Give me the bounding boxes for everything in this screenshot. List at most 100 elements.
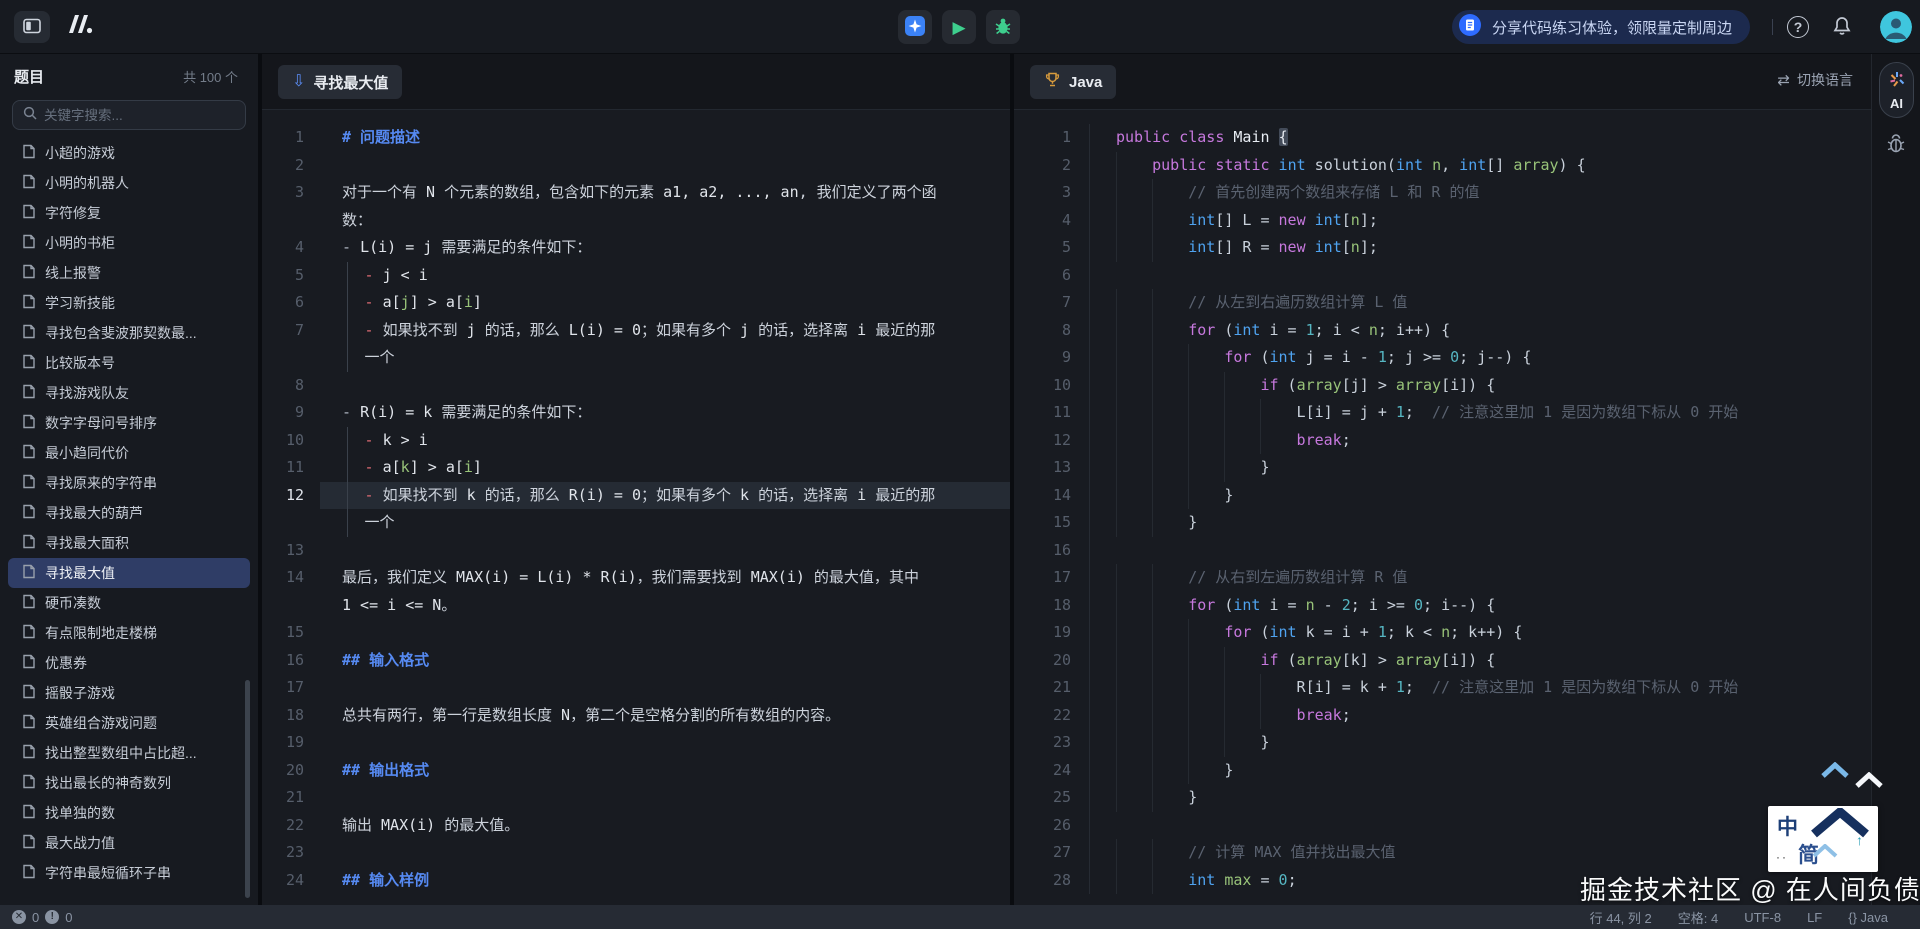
- sidebar-item-1[interactable]: 小明的机器人: [8, 168, 250, 198]
- line-number: 16: [262, 647, 320, 675]
- language-mode[interactable]: {} Java: [1848, 910, 1888, 925]
- switch-language-button[interactable]: ⇄ 切换语言: [1777, 70, 1853, 90]
- sidebar-item-19[interactable]: 英雄组合游戏问题: [8, 708, 250, 738]
- sidebar-item-7[interactable]: 比较版本号: [8, 348, 250, 378]
- problems-indicator[interactable]: ✕ 0 ! 0: [0, 910, 72, 925]
- sidebar-item-2[interactable]: 字符修复: [8, 198, 250, 228]
- line-number: 20: [262, 757, 320, 785]
- file-icon: [22, 804, 36, 822]
- promo-badge-icon: [1458, 13, 1482, 42]
- sidebar-item-10[interactable]: 最小趋同代价: [8, 438, 250, 468]
- user-avatar[interactable]: [1880, 11, 1912, 43]
- app-logo[interactable]: [66, 13, 94, 40]
- java-code-editor[interactable]: 1public class Main {2public static int s…: [1014, 110, 1871, 894]
- line-number: 10: [262, 427, 320, 455]
- line-content: 总共有两行，第一行是数组长度 N，第二个是空格分割的所有数组的内容。: [320, 702, 1010, 730]
- line-content: 对于一个有 N 个元素的数组，包含如下的元素 a1, a2, ..., an, …: [320, 179, 1010, 207]
- line-content: 数：: [320, 207, 1010, 235]
- problem-markdown-editor[interactable]: 1# 问题描述23对于一个有 N 个元素的数组，包含如下的元素 a1, a2, …: [262, 110, 1010, 894]
- tab-problem[interactable]: ⇩ 寻找最大值: [278, 65, 402, 99]
- switch-language-label: 切换语言: [1797, 70, 1853, 90]
- code-line: 17// 从右到左遍历数组计算 R 值: [1014, 564, 1871, 592]
- translate-widget[interactable]: 中 简 ·· ↑: [1768, 806, 1878, 872]
- search-input[interactable]: [44, 108, 235, 123]
- ai-assistant-pill[interactable]: AI: [1879, 62, 1914, 118]
- sidebar-item-12[interactable]: 寻找最大的葫芦: [8, 498, 250, 528]
- sidebar-item-6[interactable]: 寻找包含斐波那契数最...: [8, 318, 250, 348]
- status-right: 行 44, 列 2 空格: 4 UTF-8 LF {} Java: [1590, 908, 1920, 927]
- sidebar-item-18[interactable]: 摇骰子游戏: [8, 678, 250, 708]
- help-button[interactable]: ?: [1784, 13, 1812, 41]
- line-content: - L(i) = j 需要满足的条件如下：: [320, 234, 1010, 262]
- line-number: 27: [1014, 839, 1090, 867]
- sidebar-item-13[interactable]: 寻找最大面积: [8, 528, 250, 558]
- chevron-up-icon: [1854, 772, 1884, 795]
- code-line: 9for (int j = i - 1; j >= 0; j--) {: [1014, 344, 1871, 372]
- line-number: 19: [1014, 619, 1090, 647]
- tab-java[interactable]: Java: [1030, 65, 1116, 99]
- search-box[interactable]: [12, 100, 246, 130]
- cursor-position: 行 44, 列 2: [1590, 908, 1652, 927]
- line-number: 15: [262, 619, 320, 647]
- problem-item-label: 寻找最大的葫芦: [45, 503, 143, 523]
- code-line: 15}: [1014, 509, 1871, 537]
- sidebar-item-22[interactable]: 找单独的数: [8, 798, 250, 828]
- line-number: 25: [1014, 784, 1090, 812]
- line-number: 20: [1014, 647, 1090, 675]
- markdown-line: 4- L(i) = j 需要满足的条件如下：: [262, 234, 1010, 262]
- line-content: // 计算 MAX 值并找出最大值: [1090, 839, 1871, 867]
- line-content: if (array[j] > array[i]) {: [1090, 372, 1871, 400]
- sidebar-item-14[interactable]: 寻找最大值: [8, 558, 250, 588]
- sidebar-item-20[interactable]: 找出整型数组中占比超...: [8, 738, 250, 768]
- problem-item-label: 数字字母问号排序: [45, 413, 157, 433]
- encoding[interactable]: UTF-8: [1744, 910, 1781, 925]
- markdown-line: 20## 输出格式: [262, 757, 1010, 785]
- sidebar-item-9[interactable]: 数字字母问号排序: [8, 408, 250, 438]
- sidebar-item-17[interactable]: 优惠券: [8, 648, 250, 678]
- sidebar-item-0[interactable]: 小超的游戏: [8, 138, 250, 168]
- sidebar-item-21[interactable]: 找出最长的神奇数列: [8, 768, 250, 798]
- line-content: - 如果找不到 k 的话，那么 R(i) = 0；如果有多个 k 的话，选择离 …: [320, 482, 1010, 510]
- line-number: 11: [262, 454, 320, 482]
- markdown-line: 18总共有两行，第一行是数组长度 N，第二个是空格分割的所有数组的内容。: [262, 702, 1010, 730]
- sidebar-toggle-button[interactable]: [14, 11, 50, 43]
- debug-button[interactable]: [986, 10, 1020, 44]
- java-tab-label: Java: [1069, 74, 1102, 91]
- line-number: 21: [262, 784, 320, 812]
- file-icon: [22, 774, 36, 792]
- sidebar-item-11[interactable]: 寻找原来的字符串: [8, 468, 250, 498]
- sidebar-item-23[interactable]: 最大战力值: [8, 828, 250, 858]
- markdown-line: 13: [262, 537, 1010, 565]
- sidebar-item-16[interactable]: 有点限制地走楼梯: [8, 618, 250, 648]
- sidebar-item-8[interactable]: 寻找游戏队友: [8, 378, 250, 408]
- run-button[interactable]: ▶: [942, 10, 976, 44]
- notifications-button[interactable]: [1828, 13, 1856, 41]
- debug-rail-button[interactable]: [1884, 132, 1910, 158]
- sidebar-item-4[interactable]: 线上报警: [8, 258, 250, 288]
- problem-item-label: 英雄组合游戏问题: [45, 713, 157, 733]
- markdown-line: 2: [262, 152, 1010, 180]
- code-line: 21R[i] = k + 1; // 注意这里加 1 是因为数组下标从 0 开始: [1014, 674, 1871, 702]
- problem-item-label: 学习新技能: [45, 293, 115, 313]
- sidebar-item-3[interactable]: 小明的书柜: [8, 228, 250, 258]
- sidebar-item-5[interactable]: 学习新技能: [8, 288, 250, 318]
- warning-icon: !: [45, 910, 59, 924]
- line-number: 18: [262, 702, 320, 730]
- sidebar-item-24[interactable]: 字符串最短循环子串: [8, 858, 250, 888]
- sidebar-scrollbar[interactable]: [245, 680, 250, 898]
- line-number: 5: [1014, 234, 1090, 262]
- line-number: [262, 207, 320, 235]
- eol-type[interactable]: LF: [1807, 910, 1822, 925]
- indent-setting[interactable]: 空格: 4: [1678, 908, 1718, 927]
- file-icon: [22, 204, 36, 222]
- promo-banner[interactable]: 分享代码练习体验，领限量定制周边: [1452, 10, 1750, 44]
- sidebar-item-15[interactable]: 硬币凑数: [8, 588, 250, 618]
- line-content: [320, 372, 1010, 400]
- line-content: - R(i) = k 需要满足的条件如下：: [320, 399, 1010, 427]
- line-content: }: [1090, 784, 1871, 812]
- line-content: [1090, 812, 1871, 840]
- line-number: [262, 344, 320, 372]
- problem-list: 小超的游戏小明的机器人字符修复小明的书柜线上报警学习新技能寻找包含斐波那契数最.…: [0, 138, 258, 888]
- ai-generate-button[interactable]: [898, 10, 932, 44]
- line-content: public class Main {: [1090, 124, 1871, 152]
